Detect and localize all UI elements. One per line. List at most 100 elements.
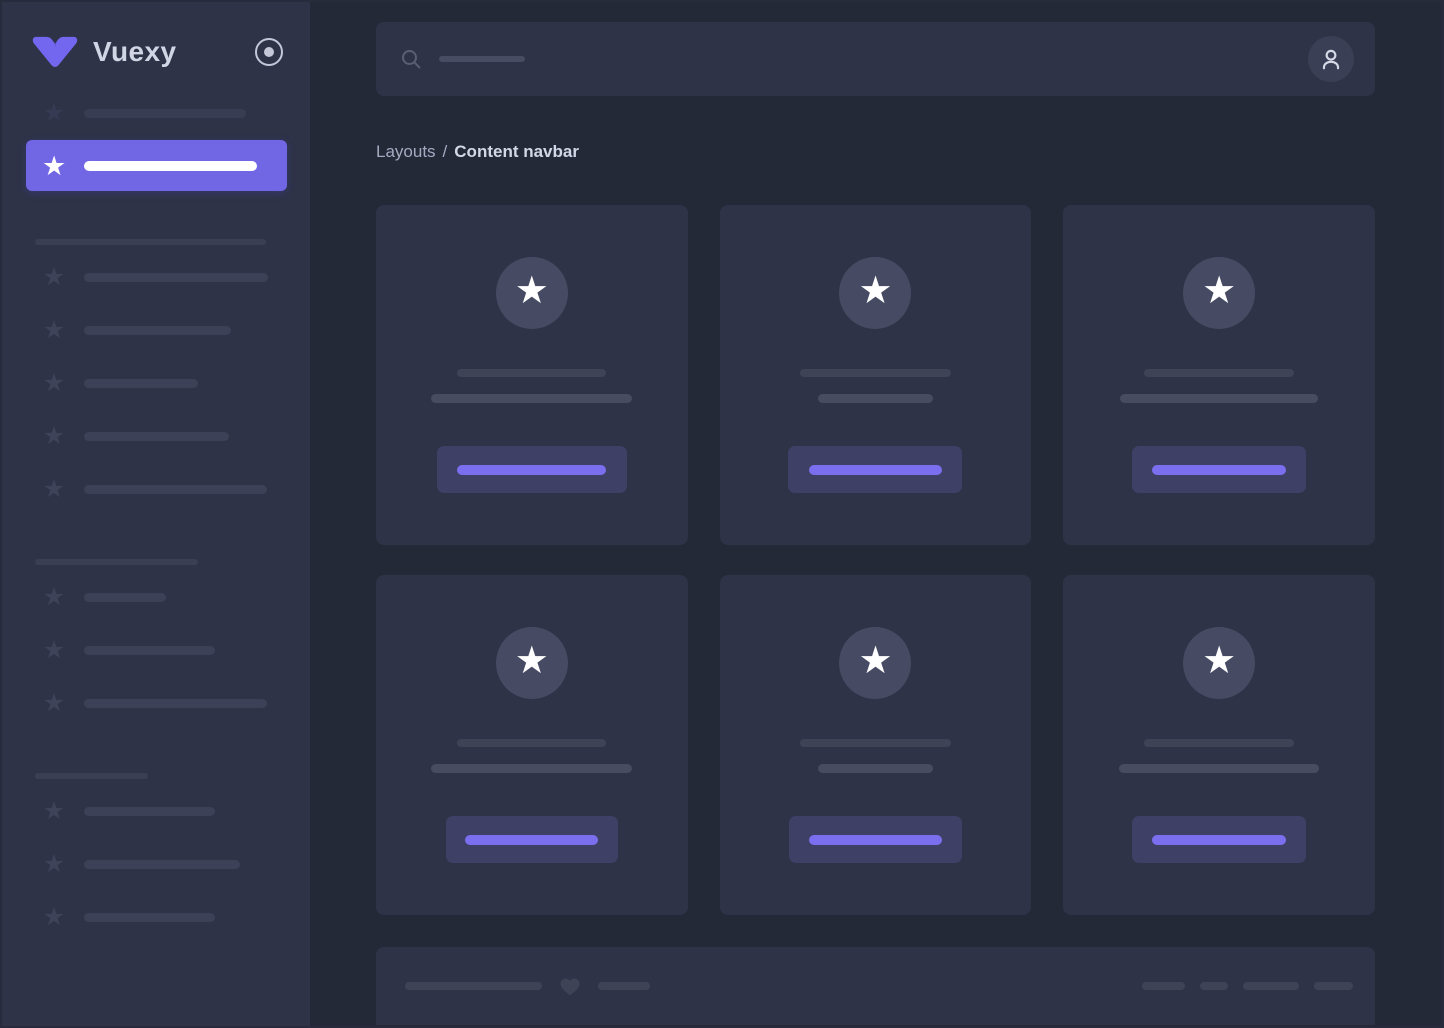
star-icon: ★ (42, 799, 66, 823)
star-icon: ★ (42, 638, 66, 662)
star-icon: ★ (1202, 642, 1236, 680)
star-icon: ★ (858, 642, 892, 680)
footer-text-placeholder (405, 982, 542, 990)
menu-label-placeholder (84, 913, 215, 922)
card-subtitle-placeholder (431, 394, 632, 403)
card: ★ (1063, 575, 1375, 915)
footer-links (1142, 982, 1353, 990)
sidebar-item-active[interactable]: ★ (26, 140, 287, 191)
menu-label-placeholder (84, 432, 229, 441)
sidebar-item[interactable]: ★ (2, 477, 310, 501)
search-icon (400, 48, 422, 70)
button-label-placeholder (1152, 465, 1286, 475)
star-icon: ★ (42, 477, 66, 501)
button-label-placeholder (809, 835, 942, 845)
card-button[interactable] (437, 446, 627, 493)
card-button[interactable] (1132, 446, 1306, 493)
sidebar-item[interactable]: ★ (2, 101, 310, 125)
vuexy-logo-icon (30, 35, 80, 69)
sidebar: Vuexy ★ ★ ★ ★ ★ ★ ★ ★ ★ ★ ★ ★ ★ (2, 2, 310, 1026)
star-icon: ★ (42, 101, 66, 125)
star-icon: ★ (1202, 272, 1236, 310)
menu-label-placeholder (84, 109, 246, 118)
card: ★ (1063, 205, 1375, 545)
menu-label-placeholder (84, 699, 267, 708)
card: ★ (376, 205, 688, 545)
star-icon: ★ (42, 424, 66, 448)
footer-link-placeholder (1314, 982, 1353, 990)
card-title-placeholder (457, 739, 606, 747)
button-label-placeholder (465, 835, 598, 845)
card-button[interactable] (446, 816, 618, 863)
heart-icon (558, 975, 582, 997)
card: ★ (720, 205, 1032, 545)
card-avatar-circle: ★ (1183, 627, 1255, 699)
menu-label-placeholder (84, 593, 166, 602)
star-icon: ★ (42, 585, 66, 609)
cards-grid: ★ ★ ★ ★ ★ ★ (376, 205, 1375, 915)
card-title-placeholder (800, 369, 951, 377)
footer-link-placeholder (1243, 982, 1299, 990)
sidebar-header: Vuexy (2, 2, 310, 69)
star-icon: ★ (42, 691, 66, 715)
card-button[interactable] (1132, 816, 1306, 863)
menu-label-placeholder (84, 379, 198, 388)
search-placeholder-bar (439, 56, 525, 62)
sidebar-item[interactable]: ★ (2, 265, 310, 289)
card-title-placeholder (1144, 369, 1294, 377)
card: ★ (376, 575, 688, 915)
footer-link-placeholder (1142, 982, 1185, 990)
main-content: Layouts/Content navbar ★★★★★★ (376, 22, 1375, 1025)
brand-logo[interactable]: Vuexy (30, 35, 176, 69)
card-title-placeholder (800, 739, 951, 747)
sidebar-item[interactable]: ★ (2, 905, 310, 929)
sidebar-item[interactable]: ★ (2, 318, 310, 342)
footer (376, 947, 1375, 1025)
menu-label-placeholder (84, 161, 257, 171)
card-button[interactable] (789, 816, 962, 863)
card-subtitle-placeholder (818, 764, 933, 773)
star-icon: ★ (42, 265, 66, 289)
card-avatar-circle: ★ (496, 627, 568, 699)
brand-name: Vuexy (93, 36, 176, 68)
star-icon: ★ (42, 905, 66, 929)
star-icon: ★ (42, 318, 66, 342)
sidebar-item[interactable]: ★ (2, 691, 310, 715)
menu-section-placeholder (35, 559, 198, 565)
footer-text-placeholder (598, 982, 650, 990)
menu-label-placeholder (84, 326, 231, 335)
star-icon: ★ (858, 272, 892, 310)
card-avatar-circle: ★ (1183, 257, 1255, 329)
sidebar-item[interactable]: ★ (2, 424, 310, 448)
button-label-placeholder (1152, 835, 1286, 845)
sidebar-item[interactable]: ★ (2, 638, 310, 662)
sidebar-item[interactable]: ★ (2, 799, 310, 823)
breadcrumb-parent[interactable]: Layouts (376, 142, 436, 161)
menu-label-placeholder (84, 860, 240, 869)
menu-label-placeholder (84, 807, 215, 816)
search-input[interactable] (400, 48, 1308, 70)
card-avatar-circle: ★ (839, 627, 911, 699)
menu-label-placeholder (84, 485, 267, 494)
card-subtitle-placeholder (1119, 764, 1319, 773)
star-icon: ★ (515, 642, 549, 680)
card: ★ (720, 575, 1032, 915)
sidebar-pin-toggle[interactable] (255, 38, 283, 66)
person-icon (1318, 46, 1344, 72)
sidebar-item[interactable]: ★ (2, 371, 310, 395)
menu-section-placeholder (35, 239, 266, 245)
card-title-placeholder (457, 369, 606, 377)
breadcrumb-separator: / (443, 142, 448, 161)
card-button[interactable] (788, 446, 962, 493)
sidebar-item[interactable]: ★ (2, 852, 310, 876)
card-avatar-circle: ★ (496, 257, 568, 329)
star-icon: ★ (42, 154, 66, 178)
user-avatar-button[interactable] (1308, 36, 1354, 82)
footer-left (405, 975, 650, 997)
card-subtitle-placeholder (431, 764, 632, 773)
star-icon: ★ (515, 272, 549, 310)
footer-link-placeholder (1200, 982, 1228, 990)
sidebar-item[interactable]: ★ (2, 585, 310, 609)
button-label-placeholder (809, 465, 942, 475)
menu-section-placeholder (35, 773, 148, 779)
